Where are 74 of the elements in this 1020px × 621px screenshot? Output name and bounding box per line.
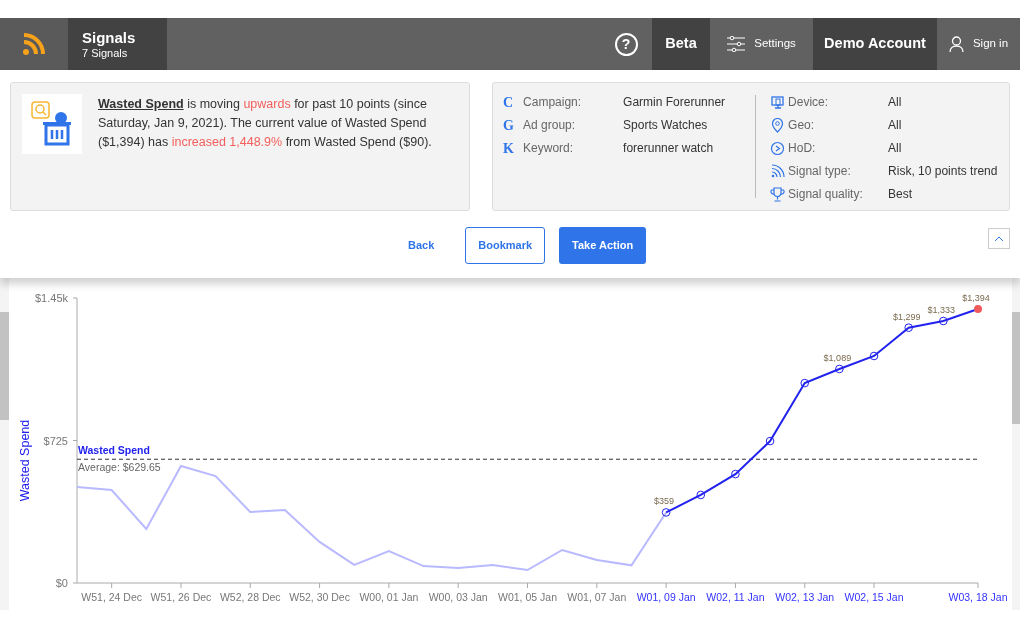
letter-icon: K — [503, 137, 522, 159]
signal-description: Wasted Spend is moving upwards for past 10 points (since Saturday, Jan 9, 2021). The current value of Wasted Spend ($1,394) has increased 1,448.9% from Wasted Spend ($90). — [98, 96, 433, 151]
help-icon[interactable]: ? — [614, 32, 638, 56]
axis-tick-label: W00, 03 Jan — [428, 591, 488, 603]
detail-label: HoD: — [788, 140, 817, 157]
data-label: $1,394 — [962, 293, 990, 303]
detail-value: All — [888, 140, 902, 157]
detail-label: Signal type: — [788, 163, 852, 180]
data-point — [731, 469, 740, 479]
axis-tick-label: W52, 30 Dec — [289, 591, 350, 603]
data-point — [661, 508, 671, 517]
axis-tick-label: W03, 18 Jan — [948, 591, 1008, 603]
axis-tick-label: W02, 15 Jan — [844, 591, 904, 603]
detail-label: Keyword: — [523, 140, 575, 157]
letter-icon: G — [503, 114, 522, 136]
axis-tick-label: W02, 13 Jan — [775, 591, 835, 603]
axis-tick-label: W52, 28 Dec — [219, 591, 281, 603]
detail-label: Campaign: — [523, 94, 583, 111]
detail-value: All — [888, 117, 902, 134]
axis-tick-label: W00, 01 Jan — [359, 591, 419, 603]
detail-label: Signal quality: — [788, 186, 864, 203]
data-point — [869, 351, 879, 361]
data-label: $1,333 — [927, 305, 956, 315]
header-tab[interactable]: Beta — [652, 18, 710, 70]
sliders-icon — [727, 36, 746, 52]
data-point — [800, 378, 810, 388]
collapse-button[interactable] — [988, 228, 1010, 249]
average-value: Average: $629.65 — [78, 461, 161, 474]
back-link[interactable]: Back — [398, 227, 445, 264]
detail-value: Best — [888, 186, 913, 203]
data-point — [939, 316, 948, 326]
axis-tick-label: W01, 09 Jan — [636, 591, 696, 603]
data-point — [974, 305, 982, 313]
axis-tick-label: W02, 11 Jan — [706, 591, 765, 603]
detail-value: forerunner watch — [623, 140, 714, 157]
signals-panel[interactable]: Signals 7 Signals — [68, 18, 167, 70]
axis-tick-label: $725 — [43, 434, 68, 447]
detail-value: All — [888, 94, 902, 111]
page-title: Signals — [82, 29, 137, 45]
data-point — [835, 364, 844, 374]
chevron-up-icon — [994, 235, 1004, 242]
bookmark-button[interactable]: Bookmark — [465, 227, 546, 264]
signal-count: 7 Signals — [82, 47, 129, 59]
detail-value: Sports Watches — [623, 117, 708, 134]
user-icon — [948, 36, 964, 52]
data-label: $1,089 — [823, 352, 852, 363]
axis-tick-label: W51, 24 Dec — [81, 591, 142, 603]
play-circle-icon — [770, 140, 786, 156]
axis-title: Wasted Spend — [18, 419, 32, 502]
data-point — [765, 436, 775, 446]
detail-label: Device: — [788, 94, 830, 111]
average-label: Wasted Spend — [78, 444, 150, 457]
signal-icon — [770, 163, 786, 179]
axis-tick-label: W51, 26 Dec — [150, 591, 212, 603]
trophy-icon — [770, 186, 786, 202]
take-action-button[interactable]: Take Action — [559, 227, 647, 264]
axis-tick-label: $1.45k — [34, 292, 68, 304]
data-point — [696, 490, 706, 500]
monitor-icon — [770, 94, 786, 110]
data-point — [904, 323, 913, 332]
axis-tick-label: $0 — [55, 577, 68, 589]
axis-tick-label: W01, 05 Jan — [498, 591, 557, 603]
data-label: $1,299 — [892, 311, 921, 322]
rss-icon — [21, 31, 47, 57]
location-pin-icon — [770, 117, 786, 133]
axis-tick-label: W01, 07 Jan — [567, 591, 627, 603]
detail-value: Risk, 10 points trend — [888, 163, 998, 180]
wasted-spend-icon — [22, 94, 82, 154]
letter-icon: C — [503, 91, 522, 113]
detail-label: Geo: — [788, 117, 816, 134]
header-tab[interactable]: Demo Account — [813, 18, 937, 70]
data-label: $359 — [654, 496, 675, 507]
detail-label: Ad group: — [523, 117, 577, 134]
detail-value: Garmin Forerunner — [623, 94, 726, 111]
